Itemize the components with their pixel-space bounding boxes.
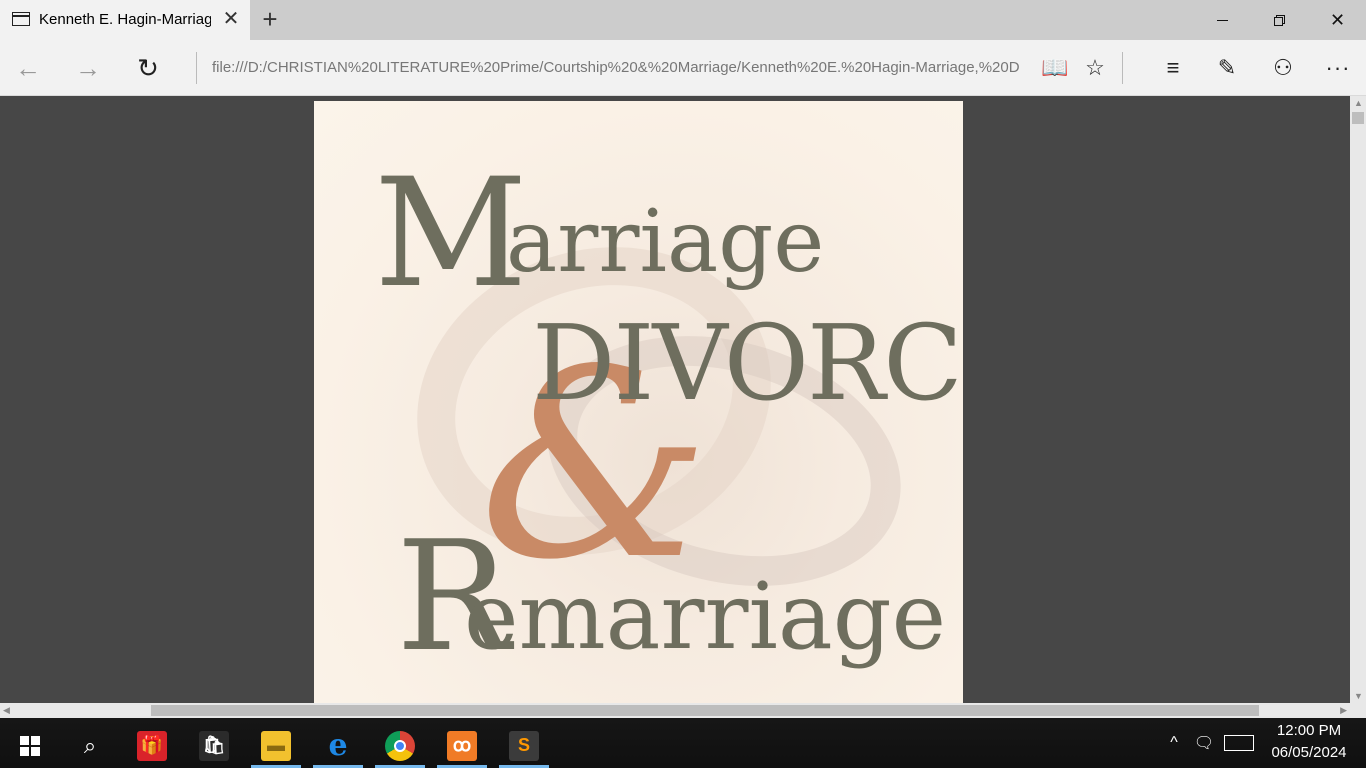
folder-icon: ▬ (261, 730, 291, 761)
xampp-icon: ꝏ (447, 730, 477, 761)
tab-close-icon[interactable]: ✕ (220, 8, 242, 30)
taskbar-app-gift[interactable]: 🎁 (125, 723, 179, 768)
restore-icon (1274, 14, 1285, 26)
back-button[interactable]: ← (10, 50, 46, 86)
scroll-down-icon[interactable]: ▼ (1354, 691, 1363, 701)
sublime-icon: S (509, 730, 539, 761)
close-window-button[interactable]: ✕ (1309, 0, 1366, 40)
active-tab[interactable]: Kenneth E. Hagin-Marriage,Divorce & Rema… (0, 0, 250, 40)
horizontal-scrollbar[interactable]: ◀ ▶ (0, 703, 1350, 718)
edge-icon: e (328, 728, 348, 763)
new-tab-button[interactable]: + (257, 6, 283, 32)
restore-button[interactable] (1251, 0, 1308, 40)
forward-button[interactable]: → (70, 50, 106, 86)
start-button[interactable] (3, 723, 57, 768)
search-button[interactable]: ⌕ (63, 723, 117, 768)
taskbar-app-edge[interactable]: e (311, 723, 365, 768)
search-icon: ⌕ (83, 732, 97, 758)
navigation-bar: ← → ↻ file:///D:/CHRISTIAN%20LITERATURE%… (0, 40, 1366, 96)
share-icon[interactable]: ⚇ (1265, 50, 1301, 86)
tab-title: Kenneth E. Hagin-Marriage,Divorce & Rema… (39, 11, 211, 28)
scroll-thumb[interactable] (151, 705, 1259, 716)
page-icon (12, 12, 30, 26)
taskbar-app-chrome[interactable] (373, 723, 427, 768)
address-bar[interactable]: file:///D:/CHRISTIAN%20LITERATURE%20Prim… (212, 59, 1020, 76)
reading-view-icon[interactable]: 📖 (1037, 50, 1073, 86)
clock-time: 12:00 PM (1276, 722, 1342, 739)
favorite-star-icon[interactable]: ☆ (1077, 50, 1113, 86)
divider (196, 52, 197, 84)
cover-title-divorce: DIVORCE (532, 302, 963, 424)
gift-icon: 🎁 (137, 730, 167, 761)
taskbar-app-file-explorer[interactable]: ▬ (249, 723, 303, 768)
refresh-button[interactable]: ↻ (130, 50, 166, 86)
scroll-left-icon[interactable]: ◀ (3, 705, 10, 716)
taskbar-app-xampp[interactable]: ꝏ (435, 723, 489, 768)
divider (1122, 52, 1123, 84)
web-note-icon[interactable]: ✎ (1209, 50, 1245, 86)
minimize-icon (1217, 19, 1228, 21)
clock-date: 06/05/2024 (1271, 744, 1347, 761)
minimize-button[interactable] (1194, 0, 1251, 40)
vertical-scrollbar[interactable]: ▲ ▼ (1350, 96, 1366, 703)
scroll-thumb[interactable] (1352, 112, 1364, 124)
cover-title-remarriage: emarriage (464, 563, 947, 670)
scroll-corner (1350, 703, 1366, 718)
pdf-viewer[interactable]: M arriage & DIVORCE R emarriage (0, 96, 1350, 703)
keyboard-icon (1224, 735, 1254, 751)
hub-icon[interactable]: ≡ (1155, 50, 1191, 86)
chrome-icon (385, 730, 415, 761)
book-cover: M arriage & DIVORCE R emarriage (314, 101, 963, 703)
system-clock[interactable]: 12:00 PM 06/05/2024 (1262, 720, 1356, 766)
show-hidden-icons-chevron-icon[interactable]: ^ (1160, 718, 1188, 768)
close-icon: ✕ (1329, 9, 1346, 30)
taskbar-app-sublime[interactable]: S (497, 723, 551, 768)
title-bar: Kenneth E. Hagin-Marriage,Divorce & Rema… (0, 0, 1366, 40)
taskbar-app-store[interactable]: 🛍 (187, 723, 241, 768)
store-icon: 🛍 (199, 730, 229, 761)
scroll-right-icon[interactable]: ▶ (1340, 705, 1347, 716)
more-icon[interactable]: ··· (1320, 50, 1356, 86)
touch-keyboard-button[interactable] (1220, 718, 1258, 768)
scroll-up-icon[interactable]: ▲ (1354, 98, 1363, 108)
action-center-icon[interactable]: 🗨 (1190, 718, 1218, 768)
cover-title-marriage: arriage (506, 192, 825, 292)
windows-icon (20, 735, 40, 756)
